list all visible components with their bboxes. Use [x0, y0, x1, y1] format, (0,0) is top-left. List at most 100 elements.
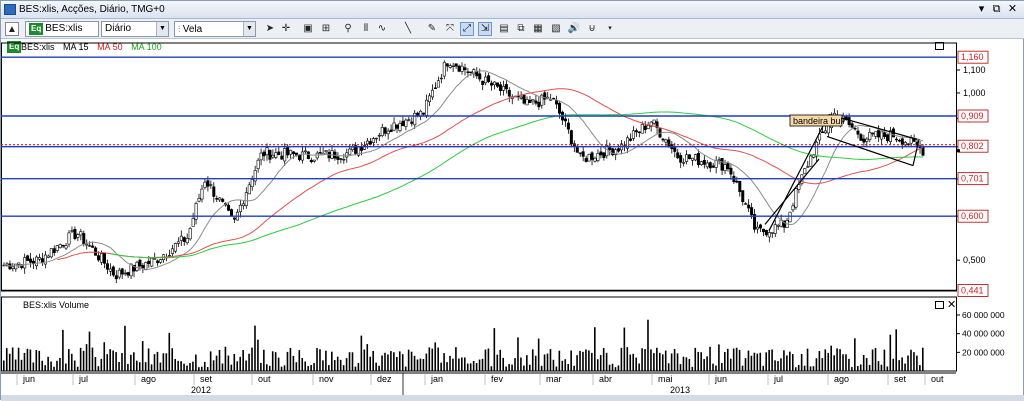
chart-style-select[interactable]: ⫶ Vela ▼ [174, 21, 256, 37]
volume-bar [431, 348, 434, 371]
volume-bar [26, 348, 29, 371]
volume-bar [614, 367, 617, 371]
time-axis-label: mai [658, 374, 673, 384]
volume-bar [212, 360, 215, 371]
symbol-value: BES:xlis [45, 23, 83, 34]
volume-bar [130, 354, 132, 371]
close-button[interactable]: ✕ [1006, 3, 1019, 16]
volume-bar [564, 359, 567, 371]
candle-body [705, 162, 709, 168]
volume-bar [14, 359, 17, 371]
auto-scroll-icon[interactable]: ⤢ [460, 22, 474, 36]
volume-bar [514, 358, 516, 371]
volume-bar [304, 361, 307, 371]
volume-bar [248, 353, 250, 371]
volume-bar [907, 355, 909, 371]
volume-bar [481, 358, 484, 371]
candle-body [206, 180, 210, 187]
candle-body [395, 124, 399, 129]
volume-bar [455, 347, 457, 371]
volume-bar [593, 327, 596, 371]
candle-body [809, 155, 813, 167]
candle-body [383, 127, 387, 134]
candle-body [696, 152, 700, 166]
volume-bar [487, 348, 490, 371]
volume-bar [617, 365, 620, 371]
copy-icon[interactable]: ⧉ [514, 22, 528, 36]
volume-bar [333, 360, 336, 371]
chart-area[interactable]: 0,5000,6000,7000,8000,9001,0001,1001,160… [1, 39, 1024, 395]
volume-bar [209, 351, 212, 371]
candle-body [498, 84, 502, 91]
volume-bar [56, 360, 58, 371]
volume-bar [759, 352, 762, 371]
volume-bar [904, 363, 906, 371]
candle-body [61, 244, 65, 247]
chevron-down-icon[interactable]: ▼ [243, 22, 255, 36]
template-icon[interactable]: ▦ [531, 22, 545, 36]
candle-body [717, 159, 721, 161]
level-label: 1,160 [961, 52, 984, 62]
line-studies-icon[interactable]: ∿ [375, 22, 389, 36]
eq-badge-icon: Eq [29, 23, 44, 35]
sound-icon[interactable]: 🔊 [567, 22, 581, 36]
volume-bar [91, 347, 94, 371]
scroll-left-icon[interactable]: ▲ [5, 22, 19, 36]
bars-icon[interactable]: ⫴ [359, 22, 373, 36]
window-menu-button[interactable]: ▾ [975, 3, 988, 16]
restore-button[interactable]: ⧉ [990, 3, 1003, 16]
volume-bar [133, 352, 135, 371]
volume-bar [611, 363, 614, 371]
time-axis-label: abr [599, 374, 612, 384]
cursor-icon[interactable]: ➤ [263, 22, 277, 36]
candle-body [460, 65, 464, 72]
drawing-icon[interactable]: ✎ [425, 22, 439, 36]
candle-body [691, 157, 695, 161]
candle-body [29, 258, 33, 263]
candle-body [897, 140, 901, 142]
volume-bar [898, 360, 900, 371]
symbol-input[interactable]: Eq BES:xlis [25, 21, 99, 37]
periodicity-select[interactable]: Diário ▼ [101, 21, 169, 37]
candle-body [336, 156, 340, 160]
candle-body [303, 150, 307, 153]
layout-icon[interactable]: ▤ [497, 22, 511, 36]
candle-body [73, 229, 77, 239]
ma100-line [110, 111, 924, 259]
crosshair-icon[interactable]: ✛ [279, 22, 293, 36]
magnet-icon[interactable]: ⤧ [443, 22, 457, 36]
volume-bar [233, 353, 236, 371]
volume-bar [20, 359, 23, 371]
auto-scale-icon[interactable]: ⇲ [478, 22, 492, 36]
volume-bar [165, 353, 168, 371]
title-bar: BES:xlis, Acções, Diário, TMG+0 ▾ ⧉ ✕ [1, 1, 1024, 19]
chevron-down-icon[interactable]: ▼ [156, 22, 168, 36]
volume-bar [768, 349, 770, 371]
candle-body [693, 154, 697, 161]
volume-bar [224, 346, 227, 371]
data-window-icon[interactable]: ▣ [301, 22, 315, 36]
candle-body [88, 245, 92, 247]
volume-bar [274, 352, 277, 371]
volume-bar [561, 360, 564, 371]
volume-bar [407, 349, 410, 371]
level-label: 0,802 [961, 141, 984, 151]
zoom-icon[interactable]: ⚲ [341, 22, 355, 36]
pattern-icon[interactable]: ▧ [549, 22, 563, 36]
volume-bar [183, 363, 185, 371]
candle-body [714, 160, 718, 168]
trendline-icon[interactable]: ╲ [401, 22, 415, 36]
candle-body [484, 76, 488, 84]
indicators-icon[interactable]: ⊞ [319, 22, 333, 36]
candle-body [159, 259, 163, 263]
candle-body [555, 100, 559, 105]
window-title: BES:xlis, Acções, Diário, TMG+0 [19, 4, 165, 15]
more-tools-icon[interactable]: ▾ [603, 22, 617, 36]
candle-body [463, 67, 467, 71]
volume-bar [319, 349, 321, 371]
candle-body [368, 141, 372, 145]
candle-body [750, 207, 754, 216]
volume-bar [440, 362, 442, 371]
candle-body [277, 151, 281, 155]
attach-icon[interactable]: ⊍ [585, 22, 599, 36]
